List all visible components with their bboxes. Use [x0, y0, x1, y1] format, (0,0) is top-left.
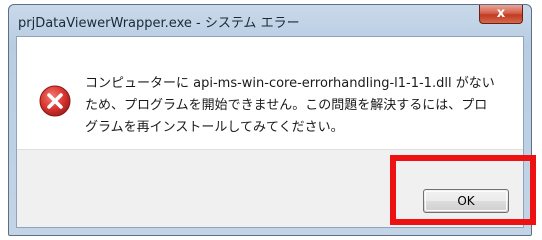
window-title: prjDataViewerWrapper.exe - システム エラー [18, 16, 300, 31]
close-button[interactable]: x [479, 5, 523, 24]
message-line: グラムを再インストールしてみてください。 [85, 120, 344, 135]
message-area: コンピューターに api-ms-win-core-errorhandling-l… [17, 37, 523, 149]
error-message: コンピューターに api-ms-win-core-errorhandling-l… [85, 73, 505, 139]
message-line: コンピューターに api-ms-win-core-errorhandling-l… [85, 76, 495, 91]
message-line: ため、プログラムを開始できません。この問題を解決するには、プロ [85, 98, 488, 113]
error-icon [39, 85, 71, 117]
title-bar: prjDataViewerWrapper.exe - システム エラー x [9, 5, 531, 35]
close-icon: x [496, 6, 506, 21]
ok-highlight-box [390, 155, 536, 225]
